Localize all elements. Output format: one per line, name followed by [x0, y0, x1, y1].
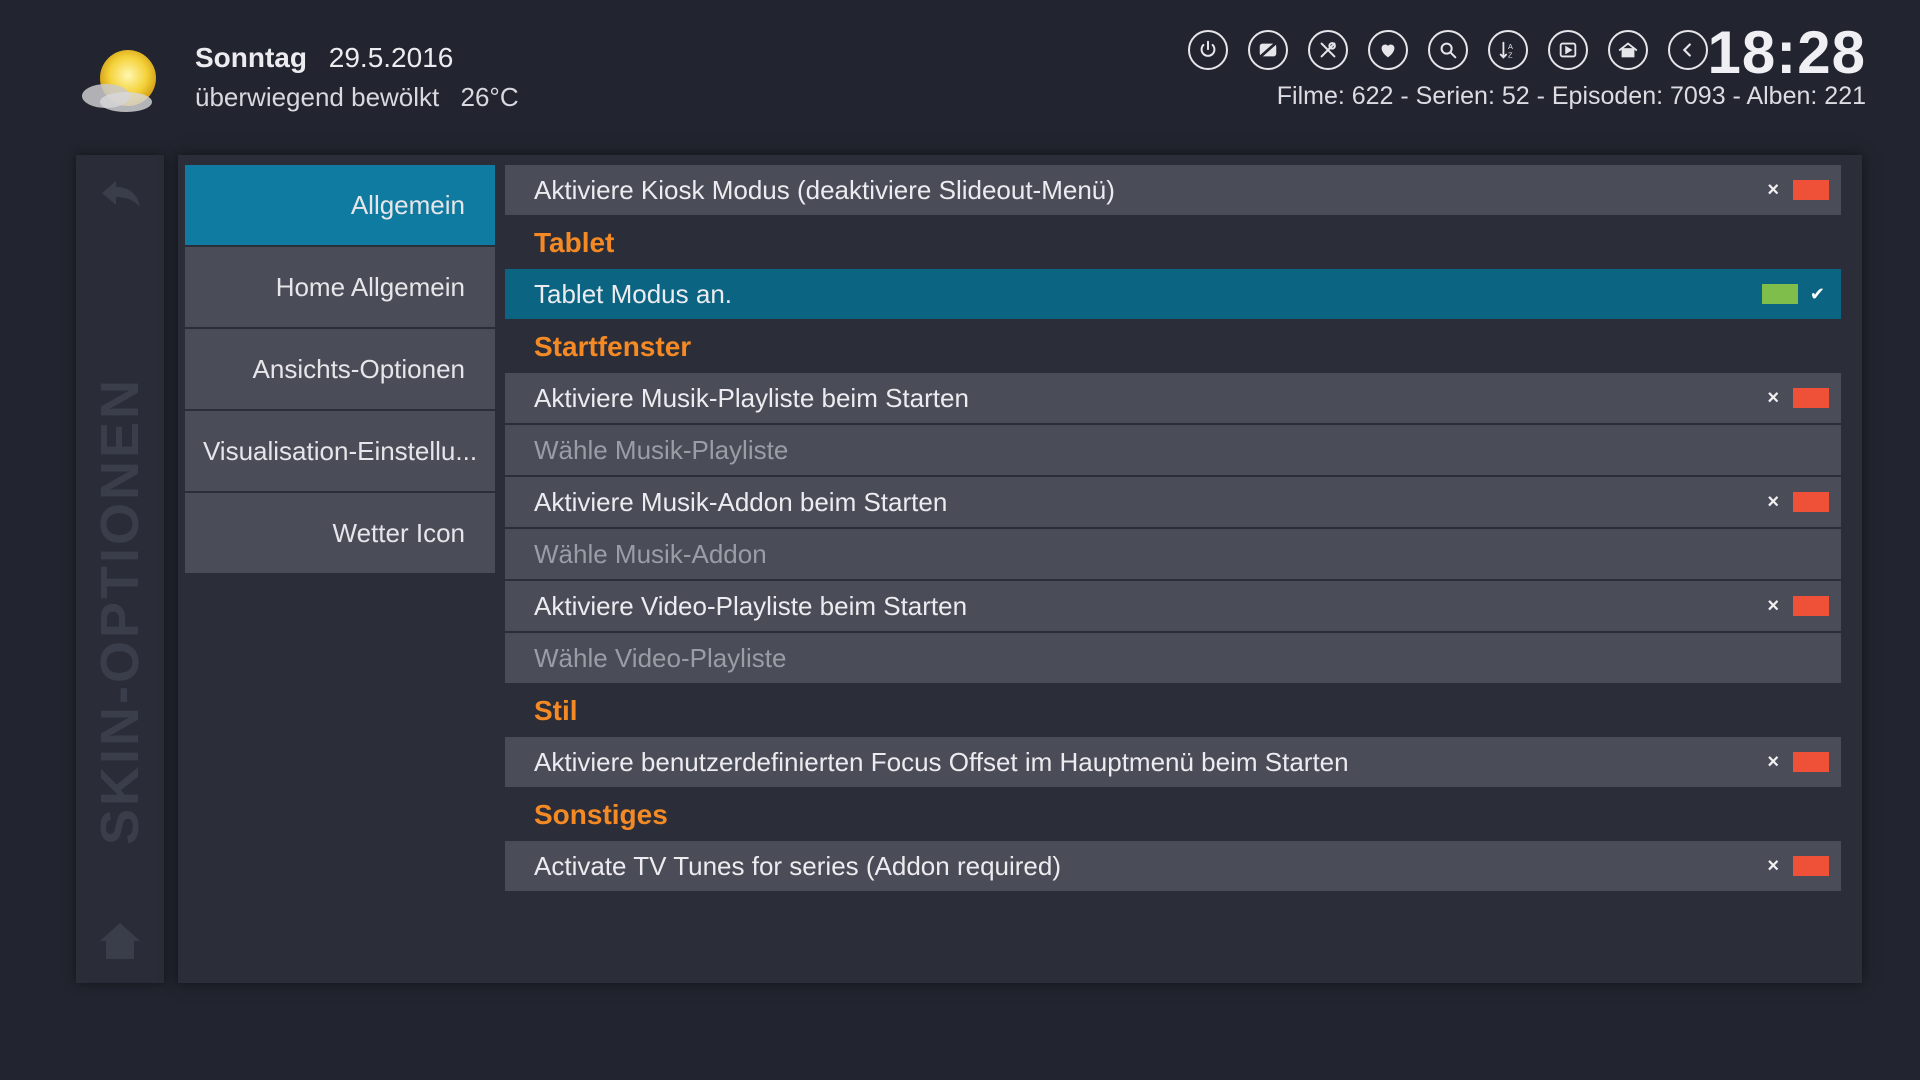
setting-kiosk-mode[interactable]: Aktiviere Kiosk Modus (deaktiviere Slide… — [505, 165, 1841, 215]
setting-label: Aktiviere Kiosk Modus (deaktiviere Slide… — [534, 174, 1115, 205]
weather-line: überwiegend bewölkt 26°C — [195, 82, 519, 113]
media-button[interactable] — [1548, 30, 1588, 70]
back-icon — [1682, 43, 1691, 57]
toggle-off-indicator — [1793, 596, 1829, 616]
weekday: Sonntag — [195, 42, 307, 73]
favorites-heart-icon — [1381, 44, 1395, 58]
setting-label: Tablet Modus an. — [534, 278, 733, 309]
check-icon: ✔ — [1809, 283, 1825, 304]
setting-label: Aktiviere Video-Playliste beim Starten — [534, 590, 968, 621]
setting-label: Aktiviere Musik-Playliste beim Starten — [534, 382, 969, 413]
search-icon — [1440, 42, 1457, 59]
temperature: 26°C — [460, 82, 519, 112]
media-icon — [1559, 42, 1577, 58]
off-icon: × — [1767, 490, 1779, 513]
setting-music-addon-choose[interactable]: Wähle Musik-Addon — [505, 529, 1841, 579]
tools-button[interactable] — [1308, 30, 1348, 70]
toggle-off-indicator — [1793, 492, 1829, 512]
svg-text:Z: Z — [1508, 50, 1513, 59]
weather-condition: überwiegend bewölkt — [195, 82, 440, 112]
top-button-bar: A Z — [1188, 30, 1708, 70]
setting-music-playlist-choose[interactable]: Wähle Musik-Playliste — [505, 425, 1841, 475]
partly-cloudy-sun-icon — [82, 50, 156, 112]
date: 29.5.2016 — [328, 42, 454, 73]
category-ansichts-optionen[interactable]: Ansichts-Optionen — [185, 329, 495, 409]
setting-music-playlist-enable[interactable]: Aktiviere Musik-Playliste beim Starten × — [505, 373, 1841, 423]
toggle-off-indicator — [1793, 180, 1829, 200]
toggle-off-indicator — [1793, 388, 1829, 408]
sort-button[interactable]: A Z — [1488, 30, 1528, 70]
back-arrow-icon[interactable] — [98, 175, 144, 215]
home-icon — [1618, 42, 1638, 58]
setting-tv-tunes[interactable]: Activate TV Tunes for series (Addon requ… — [505, 841, 1841, 891]
no-video-button[interactable] — [1248, 30, 1288, 70]
off-icon: × — [1767, 386, 1779, 409]
sort-az-icon: A Z — [1499, 41, 1513, 59]
section-header-startfenster: Startfenster — [534, 331, 692, 362]
toggle-off-indicator — [1793, 856, 1829, 876]
off-icon: × — [1767, 178, 1779, 201]
library-stats: Filme: 622 - Serien: 52 - Episoden: 7093… — [1276, 82, 1866, 110]
power-button[interactable] — [1188, 30, 1228, 70]
category-wetter-icon[interactable]: Wetter Icon — [185, 493, 495, 573]
side-label: SKIN-OPTIONEN — [90, 376, 150, 845]
setting-focus-offset[interactable]: Aktiviere benutzerdefinierten Focus Offs… — [505, 737, 1841, 787]
category-allgemein[interactable]: Allgemein — [185, 165, 495, 245]
setting-video-playlist-enable[interactable]: Aktiviere Video-Playliste beim Starten × — [505, 581, 1841, 631]
no-video-icon — [1258, 41, 1278, 59]
setting-label: Wähle Video-Playliste — [534, 642, 787, 673]
section-header-tablet: Tablet — [534, 227, 615, 258]
setting-label: Wähle Musik-Addon — [534, 538, 767, 569]
category-home-allgemein[interactable]: Home Allgemein — [185, 247, 495, 327]
setting-label: Wähle Musik-Playliste — [534, 434, 789, 465]
power-icon — [1200, 40, 1216, 57]
search-button[interactable] — [1428, 30, 1468, 70]
clock: 18:28 — [1707, 19, 1866, 86]
setting-label: Aktiviere Musik-Addon beim Starten — [534, 486, 948, 517]
side-strip: SKIN-OPTIONEN — [76, 155, 164, 983]
home-icon[interactable] — [96, 917, 144, 965]
tools-icon — [1320, 42, 1336, 58]
back-button[interactable] — [1668, 30, 1708, 70]
setting-label: Activate TV Tunes for series (Addon requ… — [534, 850, 1061, 881]
home-button[interactable] — [1608, 30, 1648, 70]
off-icon: × — [1767, 594, 1779, 617]
settings-list: Aktiviere Kiosk Modus (deaktiviere Slide… — [505, 165, 1841, 893]
category-list: Allgemein Home Allgemein Ansichts-Option… — [185, 165, 495, 575]
setting-video-playlist-choose[interactable]: Wähle Video-Playliste — [505, 633, 1841, 683]
toggle-off-indicator — [1793, 752, 1829, 772]
setting-tablet-mode[interactable]: Tablet Modus an. ✔ — [505, 269, 1841, 319]
favorites-button[interactable] — [1368, 30, 1408, 70]
category-visualisation[interactable]: Visualisation-Einstellu... — [185, 411, 495, 491]
setting-music-addon-enable[interactable]: Aktiviere Musik-Addon beim Starten × — [505, 477, 1841, 527]
off-icon: × — [1767, 750, 1779, 773]
toggle-on-indicator — [1761, 284, 1798, 304]
date-line: Sonntag 29.5.2016 — [195, 42, 453, 74]
section-header-sonstiges: Sonstiges — [534, 799, 668, 830]
setting-label: Aktiviere benutzerdefinierten Focus Offs… — [534, 746, 1349, 777]
section-header-stil: Stil — [534, 695, 578, 726]
off-icon: × — [1767, 854, 1779, 877]
